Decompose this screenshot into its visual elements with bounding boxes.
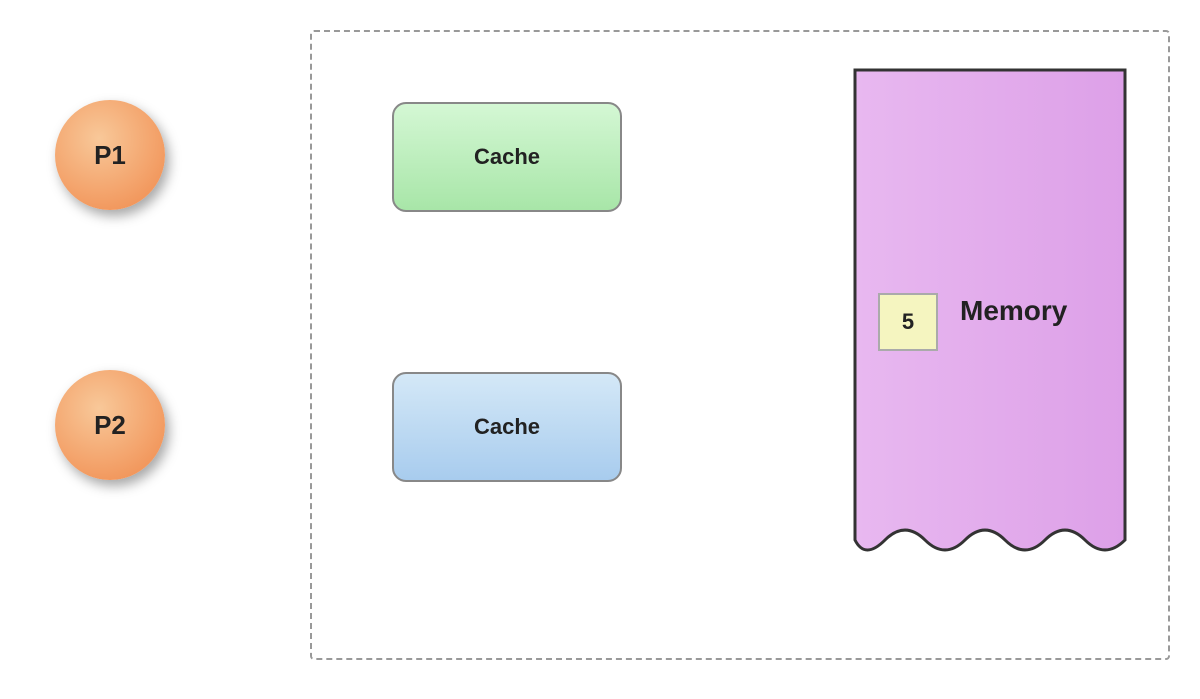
cache-2-label: Cache: [474, 414, 540, 440]
memory-cell-value: 5: [902, 309, 914, 335]
diagram-canvas: P1 P2 Cache Cache 5: [0, 0, 1200, 699]
cache-box-2: Cache: [392, 372, 622, 482]
cache-box-1: Cache: [392, 102, 622, 212]
processor-p2-label: P2: [94, 410, 126, 441]
processor-p2: P2: [55, 370, 165, 480]
memory-label: Memory: [960, 295, 1067, 327]
cache-1-label: Cache: [474, 144, 540, 170]
processor-p1-label: P1: [94, 140, 126, 171]
processor-p1: P1: [55, 100, 165, 210]
memory-cell: 5: [878, 293, 938, 351]
